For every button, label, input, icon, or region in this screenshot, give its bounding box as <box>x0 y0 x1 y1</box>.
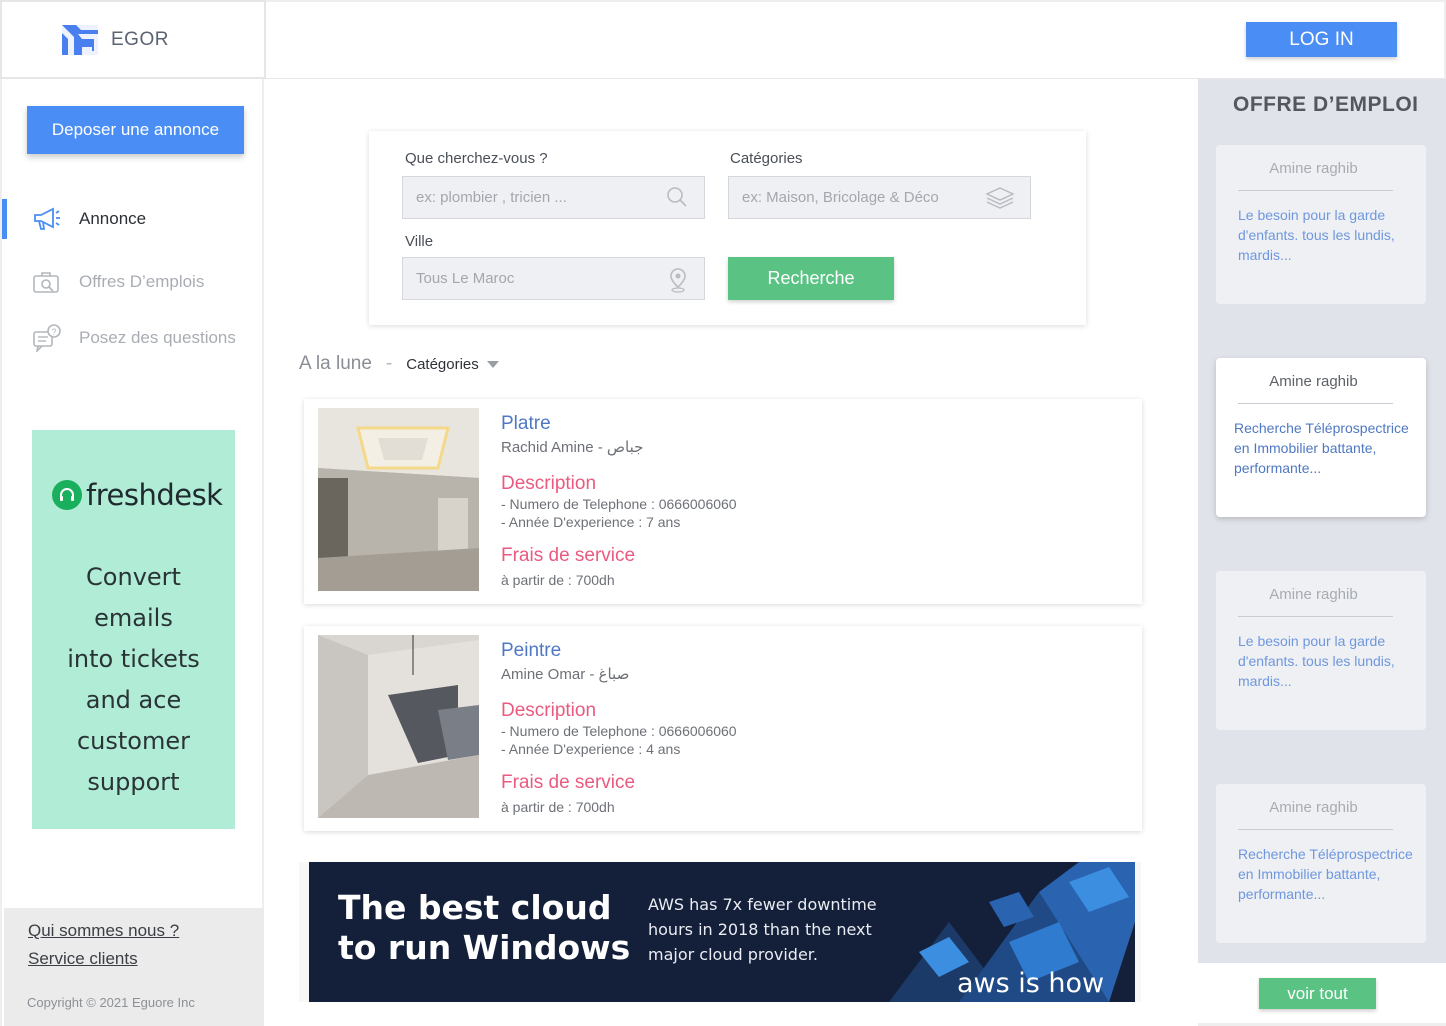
app-root: EGOR LOG IN Deposer une annonce Annonce … <box>0 0 1446 1026</box>
listing-info: Platre Rachid Amine - جباص Description -… <box>501 413 737 589</box>
job-poster-name: Amine raghib <box>1269 586 1358 603</box>
aws-ad-inner: The best cloud to run Windows AWS has 7x… <box>309 862 1135 1002</box>
aws-body: AWS has 7x fewer downtime hours in 2018 … <box>648 895 877 964</box>
job-description: Le besoin pour la garde d'enfants. tous … <box>1238 207 1395 263</box>
sidebar-item-offres[interactable]: Offres D’emplois <box>2 262 264 302</box>
chevron-down-icon[interactable] <box>486 360 499 368</box>
freshdesk-logo: freshdesk <box>52 478 223 512</box>
logo[interactable]: EGOR <box>0 0 266 79</box>
city-value: Tous Le Maroc <box>416 270 515 287</box>
listing-experience: - Année D'experience : 7 ans <box>501 514 681 530</box>
sidebar-item-annonce[interactable]: Annonce <box>2 199 264 239</box>
sidebar-item-label: Offres D’emplois <box>79 272 205 291</box>
job-description: Recherche Téléprospectrice en Immobilier… <box>1238 846 1413 902</box>
about-link[interactable]: Qui sommes nous ? <box>28 921 179 941</box>
logo-text: EGOR <box>111 28 169 50</box>
location-filter[interactable]: A la lune <box>299 353 372 375</box>
job-description: Le besoin pour la garde d'enfants. tous … <box>1238 633 1395 689</box>
post-ad-button[interactable]: Deposer une annonce <box>27 106 244 154</box>
query-placeholder: ex: plombier , tricien ... <box>416 189 567 206</box>
freshdesk-brand: freshdesk <box>86 478 223 512</box>
briefcase-icon <box>32 268 62 296</box>
headset-icon <box>52 480 82 510</box>
search-form: Que cherchez-vous ? ex: plombier , trici… <box>369 131 1086 325</box>
sidebar-item-label: Annonce <box>79 209 147 228</box>
listing-price: à partir de : 700dh <box>501 572 615 588</box>
job-offers-title: OFFRE D’EMPLOI <box>1233 93 1419 116</box>
see-all-button[interactable]: voir tout <box>1259 978 1376 1009</box>
question-chat-icon: ? <box>32 324 62 352</box>
sidebar-footer: Qui sommes nous ? Service clients Copyri… <box>4 908 264 1026</box>
login-button[interactable]: LOG IN <box>1246 22 1397 57</box>
listing-card[interactable]: Peintre Amine Omar - صباغ Description - … <box>304 626 1142 831</box>
job-card[interactable]: Amine raghib Le besoin pour la garde d'e… <box>1216 571 1426 730</box>
job-poster-name: Amine raghib <box>1269 160 1358 177</box>
job-card[interactable]: Amine raghib Le besoin pour la garde d'e… <box>1216 145 1426 304</box>
freshdesk-copy: Convert emails into tickets and ace cust… <box>67 563 200 796</box>
category-filter[interactable]: Catégories <box>406 356 479 373</box>
job-card[interactable]: Amine raghib Recherche Téléprospectrice … <box>1216 784 1426 943</box>
aws-ad-banner[interactable]: The best cloud to run Windows AWS has 7x… <box>299 862 1141 1002</box>
category-placeholder: ex: Maison, Bricolage & Déco <box>742 189 939 206</box>
city-label: Ville <box>405 233 434 250</box>
megaphone-icon <box>32 205 62 233</box>
listing-phone: - Numero de Telephone : 0666006060 <box>501 723 737 739</box>
fee-heading: Frais de service <box>501 545 636 566</box>
aws-tagline: aws is how <box>957 968 1105 999</box>
left-sidebar: Deposer une annonce Annonce Offres D’emp… <box>0 79 264 1026</box>
listing-owner: Rachid Amine - جباص <box>501 439 644 456</box>
divider <box>1238 403 1393 404</box>
copyright-text: Copyright © 2021 Eguore Inc <box>27 995 195 1010</box>
aws-headline: The best cloud to run Windows <box>338 888 631 967</box>
filter-separator: - <box>385 353 393 374</box>
listing-experience: - Année D'experience : 4 ans <box>501 741 681 757</box>
category-input[interactable]: ex: Maison, Bricolage & Déco <box>728 176 1031 219</box>
description-heading: Description <box>501 700 597 721</box>
city-input[interactable]: Tous Le Maroc <box>402 257 705 300</box>
service-link[interactable]: Service clients <box>28 949 138 969</box>
listing-phone: - Numero de Telephone : 0666006060 <box>501 496 737 512</box>
listing-owner: Amine Omar - صباغ <box>501 666 630 683</box>
layers-icon <box>985 186 1015 214</box>
job-description: Recherche Téléprospectrice en Immobilier… <box>1234 420 1409 476</box>
query-input[interactable]: ex: plombier , tricien ... <box>402 176 705 219</box>
sidebar-item-label: Posez des questions <box>79 328 236 347</box>
listing-photo <box>318 408 479 591</box>
fee-heading: Frais de service <box>501 772 636 793</box>
listing-title[interactable]: Platre <box>501 413 737 435</box>
category-label: Catégories <box>730 150 803 167</box>
description-heading: Description <box>501 473 597 494</box>
svg-text:?: ? <box>51 327 56 337</box>
divider <box>1238 616 1393 617</box>
search-button[interactable]: Recherche <box>728 257 894 300</box>
job-poster-name: Amine raghib <box>1269 373 1358 390</box>
query-label: Que cherchez-vous ? <box>405 150 548 167</box>
listing-info: Peintre Amine Omar - صباغ Description - … <box>501 640 737 816</box>
listing-card[interactable]: Platre Rachid Amine - جباص Description -… <box>304 399 1142 604</box>
job-poster-name: Amine raghib <box>1269 799 1358 816</box>
listing-price: à partir de : 700dh <box>501 799 615 815</box>
freshdesk-ad[interactable]: freshdesk Convert emails into tickets an… <box>32 430 235 829</box>
divider <box>1238 829 1393 830</box>
location-pin-icon <box>668 267 688 297</box>
job-offers-panel: OFFRE D’EMPLOI Amine raghib Le besoin po… <box>1198 79 1446 963</box>
search-icon <box>666 186 688 212</box>
divider <box>1238 190 1393 191</box>
egor-logo-icon <box>62 24 98 55</box>
sidebar-item-questions[interactable]: ? Posez des questions <box>2 318 264 358</box>
filter-bar: A la lune - Catégories <box>299 353 499 375</box>
listing-photo <box>318 635 479 818</box>
listing-title[interactable]: Peintre <box>501 640 737 662</box>
job-card[interactable]: Amine raghib Recherche Téléprospectrice … <box>1216 358 1426 517</box>
